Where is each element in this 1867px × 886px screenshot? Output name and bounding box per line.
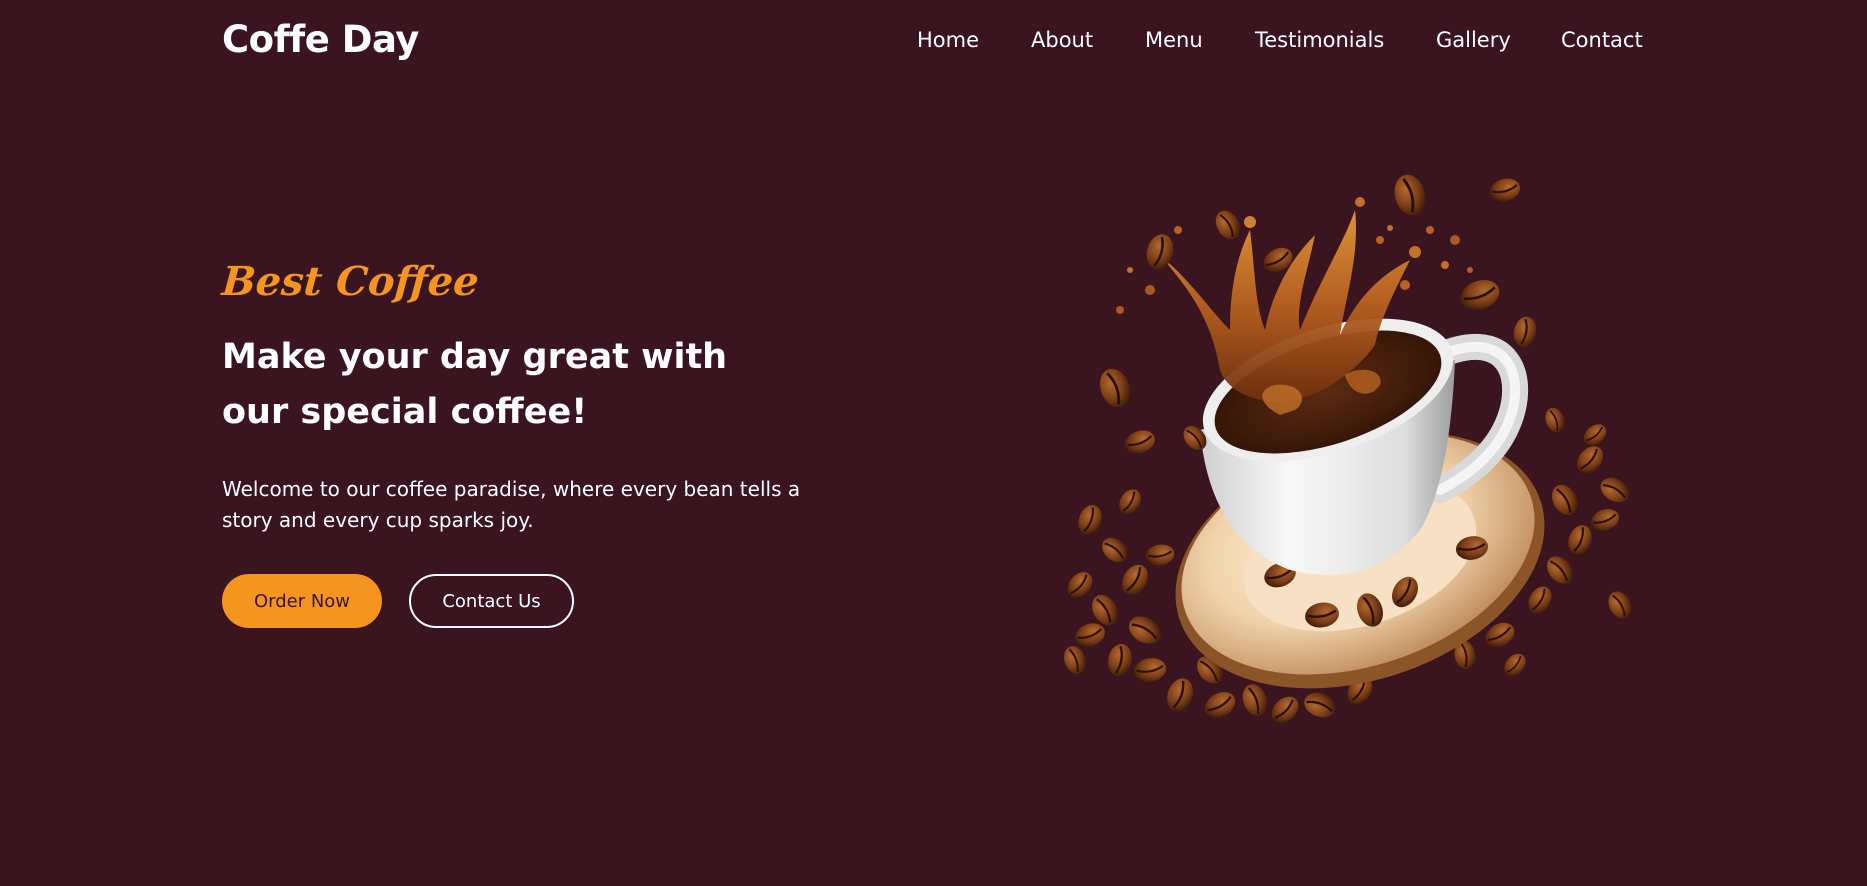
coffee-cup-image xyxy=(1059,160,1650,730)
nav-gallery[interactable]: Gallery xyxy=(1436,28,1511,52)
contact-us-button[interactable]: Contact Us xyxy=(409,574,574,628)
hero-description: Welcome to our coffee paradise, where ev… xyxy=(222,477,801,532)
nav-links: Home About Menu Testimonials Gallery Con… xyxy=(0,28,1867,58)
hero-headline: Make your day great with our special cof… xyxy=(222,337,728,432)
hero-tagline: Best Coffee xyxy=(220,258,481,305)
hero-text: Best Coffee Make your day great with our… xyxy=(220,258,822,536)
nav-about[interactable]: About xyxy=(1031,28,1093,52)
navbar: Coffe Day Home About Menu Testimonials G… xyxy=(0,0,1867,84)
nav-menu[interactable]: Menu xyxy=(1145,28,1203,52)
nav-testimonials[interactable]: Testimonials xyxy=(1255,28,1384,52)
nav-home[interactable]: Home xyxy=(917,28,979,52)
nav-contact[interactable]: Contact xyxy=(1561,28,1643,52)
order-now-button[interactable]: Order Now xyxy=(222,574,382,628)
hero-buttons: Order Now Contact Us xyxy=(222,574,642,628)
